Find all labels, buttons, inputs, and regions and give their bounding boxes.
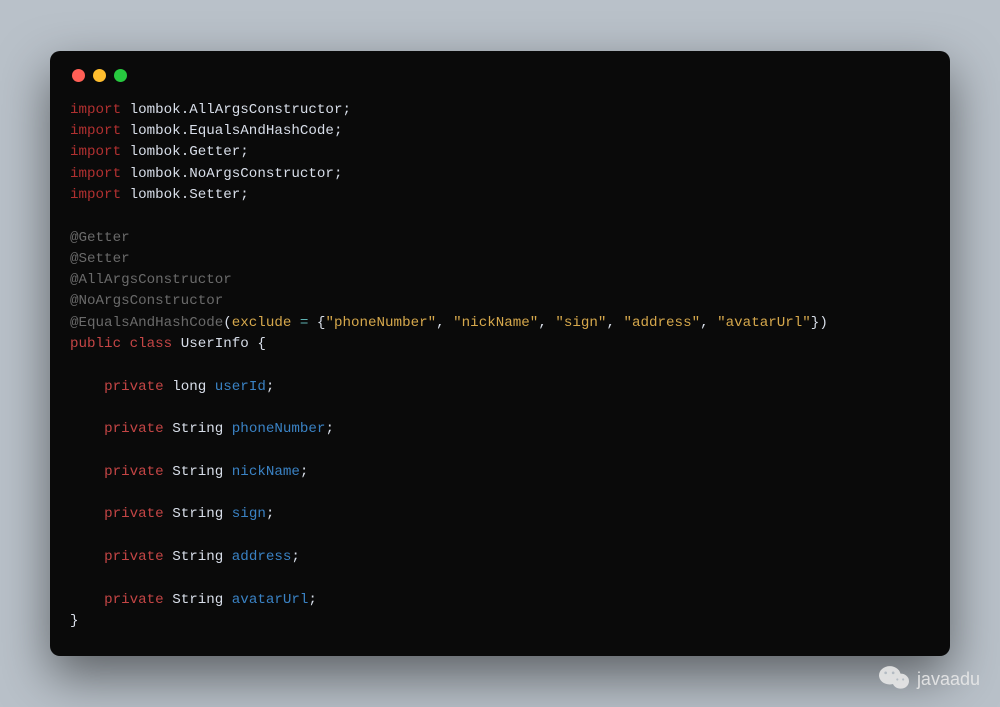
keyword-public: public [70,336,121,352]
field-name: sign [232,506,266,522]
type: long [172,379,206,395]
import-target: lombok.AllArgsConstructor; [130,102,351,118]
exclude-val: "nickName" [453,315,538,331]
import-target: lombok.Getter; [130,144,249,160]
keyword-private: private [104,506,164,522]
exclude-val: "sign" [555,315,606,331]
type: String [172,592,223,608]
annotation-setter: @Setter [70,251,130,267]
exclude-val: "address" [623,315,700,331]
code-window: import lombok.AllArgsConstructor; import… [50,51,950,656]
field-name: avatarUrl [232,592,309,608]
type: String [172,549,223,565]
window-titlebar [70,69,930,82]
import-target: lombok.EqualsAndHashCode; [130,123,343,139]
wechat-icon [879,664,909,695]
lparen: ( [223,315,232,331]
exclude-val: "avatarUrl" [717,315,811,331]
type: String [172,464,223,480]
type: String [172,421,223,437]
keyword-import: import [70,166,121,182]
open-brace: { [257,336,266,352]
keyword-import: import [70,144,121,160]
watermark-text: javaadu [917,669,980,690]
keyword-import: import [70,187,121,203]
annotation-noargs: @NoArgsConstructor [70,293,223,309]
keyword-private: private [104,549,164,565]
rparen: ) [819,315,828,331]
import-target: lombok.Setter; [130,187,249,203]
field-name: phoneNumber [232,421,326,437]
class-name: UserInfo [181,336,249,352]
keyword-private: private [104,592,164,608]
close-brace: } [70,613,79,629]
field-name: nickName [232,464,300,480]
keyword-import: import [70,102,121,118]
keyword-class: class [130,336,173,352]
code-block: import lombok.AllArgsConstructor; import… [70,100,930,632]
field-name: userId [215,379,266,395]
watermark: javaadu [879,664,980,695]
keyword-import: import [70,123,121,139]
annotation-allargs: @AllArgsConstructor [70,272,232,288]
maximize-icon[interactable] [114,69,127,82]
field-name: address [232,549,292,565]
exclude-param: exclude [232,315,292,331]
close-icon[interactable] [72,69,85,82]
keyword-private: private [104,379,164,395]
annotation-getter: @Getter [70,230,130,246]
equals-op: = [291,315,317,331]
annotation-eqhash: @EqualsAndHashCode [70,315,223,331]
type: String [172,506,223,522]
keyword-private: private [104,421,164,437]
keyword-private: private [104,464,164,480]
exclude-val: "phoneNumber" [325,315,436,331]
import-target: lombok.NoArgsConstructor; [130,166,343,182]
minimize-icon[interactable] [93,69,106,82]
